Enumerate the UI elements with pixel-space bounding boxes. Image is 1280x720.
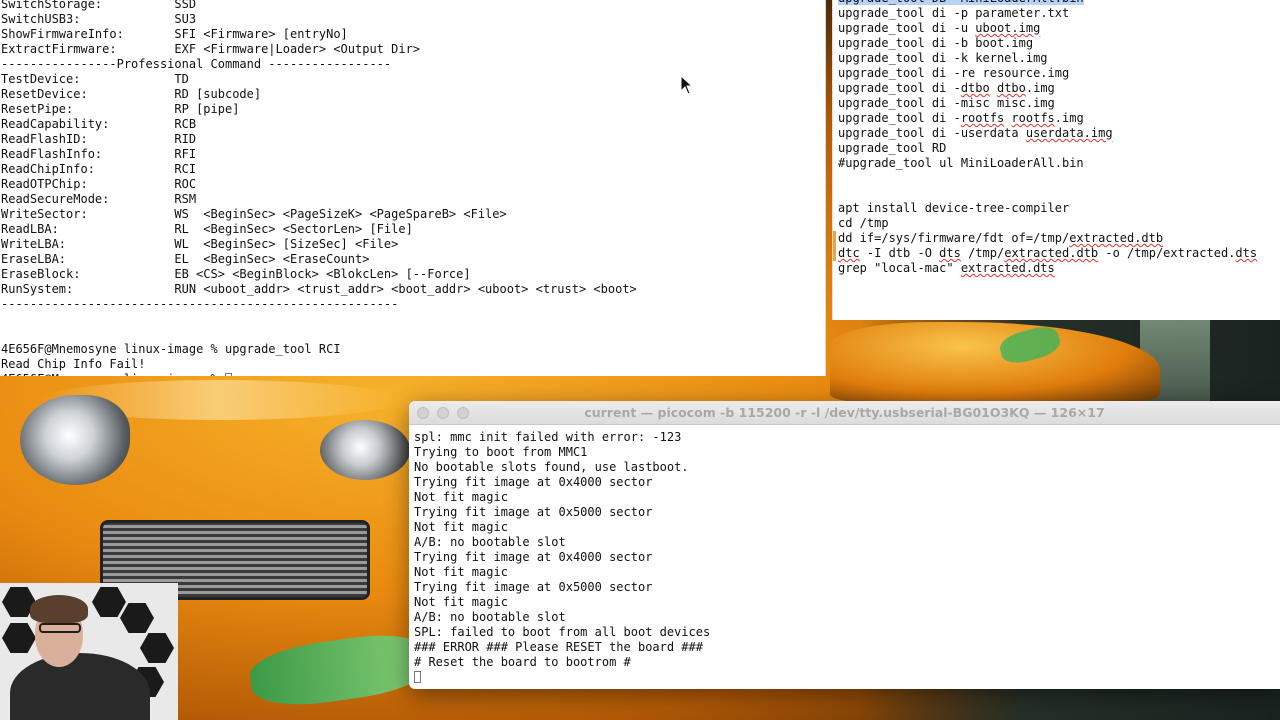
serial-console-output: spl: mmc init failed with error: -123 Try… [414,430,710,685]
spellcheck-mark: rootfs [960,111,1005,125]
terminal-line: SwitchUSB3: SU3 [1,12,197,26]
editor-line: upgrade_tool di -misc misc.img [838,96,1055,110]
terminal-line: ExtractFirmware: EXF <Firmware|Loader> <… [1,42,421,56]
spellcheck-mark: extracted.dtb [1004,246,1099,260]
terminal-line: TestDevice: TD [1,72,189,86]
console-line: Trying fit image at 0x5000 sector [414,580,653,594]
change-marker [833,231,836,246]
spellcheck-mark: userdata.img [1025,126,1113,140]
terminal-line: ReadLBA: RL <BeginSec> <SectorLen> [File… [1,222,413,236]
editor-content: upgrade_tool DB MiniLoaderAll.binupgrade… [833,0,1258,276]
terminal-line: SwitchStorage: SSD [1,0,197,11]
hexagon-tile [140,633,174,663]
terminal-line: ResetDevice: RD [subcode] [1,87,262,101]
console-line: Not fit magic [414,520,508,534]
text-editor-notes[interactable]: upgrade_tool DB MiniLoaderAll.binupgrade… [832,0,1280,320]
editor-line: dd if=/sys/firmware/fdt of=/tmp/extracte… [838,231,1164,245]
editor-line: dtc -I dtb -O dts /tmp/extracted.dtb -o … [838,246,1258,260]
terminal-line: ReadSecureMode: RSM [1,192,197,206]
console-line: ### ERROR ### Please RESET the board ### [414,640,703,654]
terminal-picocom[interactable]: current — picocom -b 115200 -r -l /dev/t… [409,401,1280,689]
terminal-line: ReadFlashInfo: RFI [1,147,197,161]
spellcheck-mark: extracted.dts [960,261,1055,275]
terminal-line: ----------------------------------------… [1,297,399,311]
terminal-line: ReadFlashID: RID [1,132,197,146]
text-cursor [224,373,232,376]
terminal-line: ReadCapability: RCB [1,117,197,131]
editor-line: upgrade_tool di -rootfs rootfs.img [838,111,1084,125]
wallpaper-headlight-left [20,395,130,485]
terminal-line: WriteSector: WS <BeginSec> <PageSizeK> <… [1,207,507,221]
wallpaper-green-streak [246,627,434,713]
console-line: Not fit magic [414,595,508,609]
spellcheck-mark: extracted.dtb [1069,231,1164,245]
terminal-line: ShowFirmwareInfo: SFI <Firmware> [entryN… [1,27,348,41]
terminal-line: Read Chip Info Fail! [1,357,146,371]
editor-line: upgrade_tool RD [838,141,947,155]
terminal-line: EraseBlock: EB <CS> <BeginBlock> <BlokcL… [1,267,471,281]
selected-text: upgrade_tool DB MiniLoaderAll.bin [838,0,1084,5]
terminal-upgrade-tool[interactable]: SwitchStorage: SSD SwitchUSB3: SU3 ShowFir… [0,0,826,376]
webcam-overlay [0,583,178,720]
spellcheck-mark: rootfs [1011,111,1055,125]
terminal-line: ResetPipe: RP [pipe] [1,102,240,116]
console-line: Trying fit image at 0x4000 sector [414,475,653,489]
terminal-output: SwitchStorage: SSD SwitchUSB3: SU3 ShowFir… [1,0,637,376]
spellcheck-mark: dts [939,246,961,260]
spellcheck-mark: dts [1235,246,1258,260]
terminal-line: ReadChipInfo: RCI [1,162,197,176]
mouse-pointer-icon [680,75,694,95]
spellcheck-mark: dtbo [996,81,1026,95]
console-line: Trying fit image at 0x5000 sector [414,505,653,519]
editor-line: upgrade_tool di -b boot.img [838,36,1034,50]
console-line: No bootable slots found, use lastboot. [414,460,689,474]
console-line: # Reset the board to bootrom # [414,655,631,669]
terminal-line: WriteLBA: WL <BeginSec> [SizeSec] <File> [1,237,399,251]
wallpaper-headlight-right [320,420,410,480]
presenter-glasses [39,623,81,633]
presenter-hoodie [10,653,150,720]
editor-line: upgrade_tool di -userdata userdata.img [838,126,1113,140]
hexagon-tile [120,603,154,633]
console-line: Trying to boot from MMC1 [414,445,588,459]
window-title: current — picocom -b 115200 -r -l /dev/t… [584,405,1105,420]
text-cursor [414,671,421,683]
editor-line: upgrade_tool di -dtbo dtbo.img [838,81,1055,95]
terminal-line: ----------------Professional Command ---… [1,57,392,71]
change-marker [833,246,836,261]
console-line: SPL: failed to boot from all boot device… [414,625,711,639]
editor-line: upgrade_tool di -k kernel.img [838,51,1048,65]
editor-line: #upgrade_tool ul MiniLoaderAll.bin [838,156,1084,170]
hexagon-tile [2,623,36,653]
editor-line: cd /tmp [838,216,889,230]
terminal-line: EraseLBA: EL <BeginSec> <EraseCount> [1,252,370,266]
editor-line: upgrade_tool di -u uboot.img [838,21,1041,35]
console-line: A/B: no bootable slot [414,535,566,549]
editor-line: grep "local-mac" extracted.dts [838,261,1055,275]
hexagon-tile [92,587,126,617]
console-line: Trying fit image at 0x4000 sector [414,550,653,564]
prompt-line [414,670,710,685]
terminal-line: 4E656F@Mnemosyne linux-image % [1,372,637,376]
editor-line: upgrade_tool di -re resource.img [838,66,1070,80]
editor-line: upgrade_tool di -p parameter.txt [838,6,1070,20]
console-line: Not fit magic [414,565,508,579]
console-line: Not fit magic [414,490,508,504]
console-line: A/B: no bootable slot [414,610,566,624]
console-line: spl: mmc init failed with error: -123 [414,430,682,444]
terminal-line: ReadOTPChip: ROC [1,177,197,191]
spellcheck-mark: dtbo [960,81,990,95]
window-titlebar[interactable]: current — picocom -b 115200 -r -l /dev/t… [409,401,1280,425]
spellcheck-mark: dtc [838,246,860,260]
terminal-line: RunSystem: RUN <uboot_addr> <trust_addr>… [1,282,637,296]
spellcheck-mark: uboot.img [975,21,1041,35]
terminal-line: 4E656F@Mnemosyne linux-image % upgrade_t… [1,342,341,356]
presenter-hair [30,595,88,623]
editor-line: apt install device-tree-compiler [838,201,1070,215]
